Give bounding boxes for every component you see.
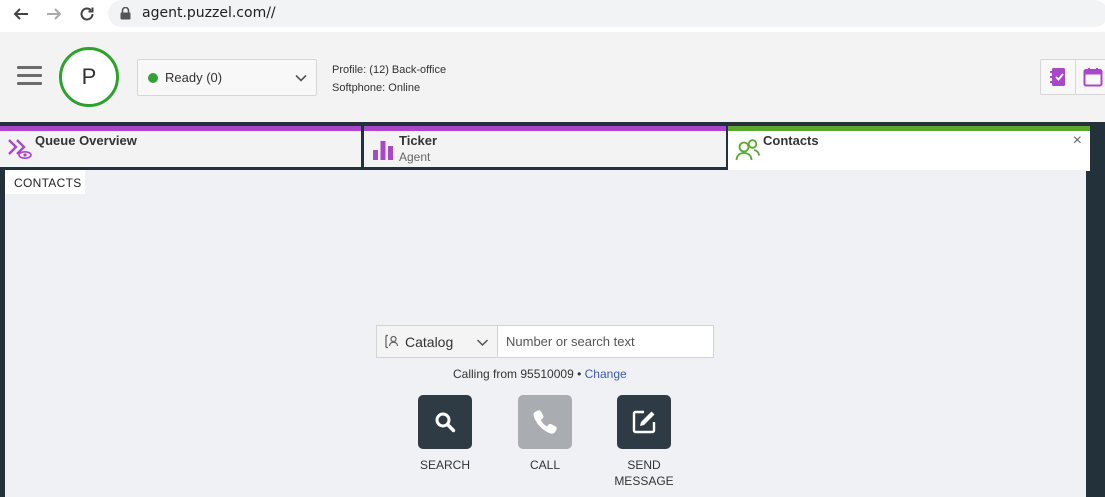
section-label: CONTACTS bbox=[5, 170, 85, 194]
contacts-icon bbox=[735, 139, 760, 161]
status-dropdown[interactable]: Ready (0) bbox=[137, 59, 317, 96]
search-button[interactable] bbox=[418, 395, 472, 449]
lock-icon bbox=[120, 7, 131, 20]
notebook-icon bbox=[1050, 68, 1065, 86]
search-icon bbox=[435, 412, 456, 433]
call-action[interactable]: CALL bbox=[505, 395, 585, 473]
avatar-initial: P bbox=[81, 64, 97, 89]
app-header: P Ready (0) Profile: (12) Back-office So… bbox=[0, 32, 1105, 122]
tab-contacts[interactable]: Contacts × bbox=[728, 126, 1090, 171]
action-label: SEARCH bbox=[419, 458, 470, 472]
search-input[interactable] bbox=[498, 325, 714, 358]
calendar-button[interactable] bbox=[1075, 60, 1105, 94]
calling-from-text: Calling from 95510009 bbox=[453, 367, 574, 381]
tab-subtitle: Agent bbox=[399, 150, 431, 164]
bar-chart-icon bbox=[373, 141, 393, 160]
change-link[interactable]: Change bbox=[585, 367, 627, 381]
close-icon[interactable]: × bbox=[1073, 132, 1082, 150]
catalog-label: Catalog bbox=[405, 334, 454, 350]
edit-icon bbox=[632, 410, 656, 434]
profile-text: Profile: (12) Back-office bbox=[332, 64, 447, 76]
address-bar[interactable]: agent.puzzel.com// bbox=[108, 0, 1105, 27]
contacts-panel: CONTACTS Catalog Calling from 95510009 •… bbox=[5, 170, 1086, 497]
reload-icon bbox=[80, 7, 94, 21]
action-label: SEND MESSAGE bbox=[614, 458, 674, 488]
status-label: Ready (0) bbox=[165, 70, 223, 85]
calendar-icon bbox=[1083, 68, 1102, 87]
tab-title: Contacts bbox=[763, 133, 819, 148]
browser-toolbar: agent.puzzel.com// bbox=[0, 0, 1105, 28]
catalog-icon bbox=[385, 334, 399, 349]
forward-icon bbox=[47, 8, 62, 20]
avatar[interactable]: P bbox=[59, 47, 119, 107]
softphone-status: Softphone: Online bbox=[332, 82, 421, 94]
workspace: Queue Overview Ticker Agent Contacts × C… bbox=[0, 122, 1105, 497]
search-action[interactable]: SEARCH bbox=[405, 395, 485, 473]
back-icon bbox=[13, 8, 28, 20]
menu-icon[interactable] bbox=[17, 66, 42, 86]
queue-overview-icon bbox=[8, 139, 32, 160]
catalog-dropdown[interactable]: Catalog bbox=[376, 325, 498, 358]
forward-button[interactable] bbox=[43, 4, 65, 24]
quick-actions bbox=[1040, 59, 1105, 95]
url-text: agent.puzzel.com// bbox=[142, 5, 276, 21]
action-label: CALL bbox=[529, 458, 561, 472]
tab-title: Queue Overview bbox=[35, 133, 137, 148]
back-button[interactable] bbox=[10, 4, 32, 24]
chevron-down-icon bbox=[476, 339, 489, 347]
tab-title: Ticker bbox=[399, 133, 438, 148]
call-button[interactable] bbox=[518, 395, 572, 449]
phone-icon bbox=[533, 410, 557, 434]
send-message-action[interactable]: SEND MESSAGE bbox=[604, 395, 684, 489]
tab-queue-overview[interactable]: Queue Overview bbox=[0, 126, 361, 167]
calling-from: Calling from 95510009 • Change bbox=[453, 367, 627, 381]
profile-info: Profile: (12) Back-office Softphone: Onl… bbox=[332, 61, 446, 97]
status-indicator-icon bbox=[148, 73, 158, 83]
chevron-down-icon bbox=[295, 74, 307, 82]
tab-ticker[interactable]: Ticker Agent bbox=[364, 126, 726, 167]
reload-button[interactable] bbox=[76, 4, 98, 24]
send-message-button[interactable] bbox=[617, 395, 671, 449]
notebook-button[interactable] bbox=[1041, 60, 1075, 94]
